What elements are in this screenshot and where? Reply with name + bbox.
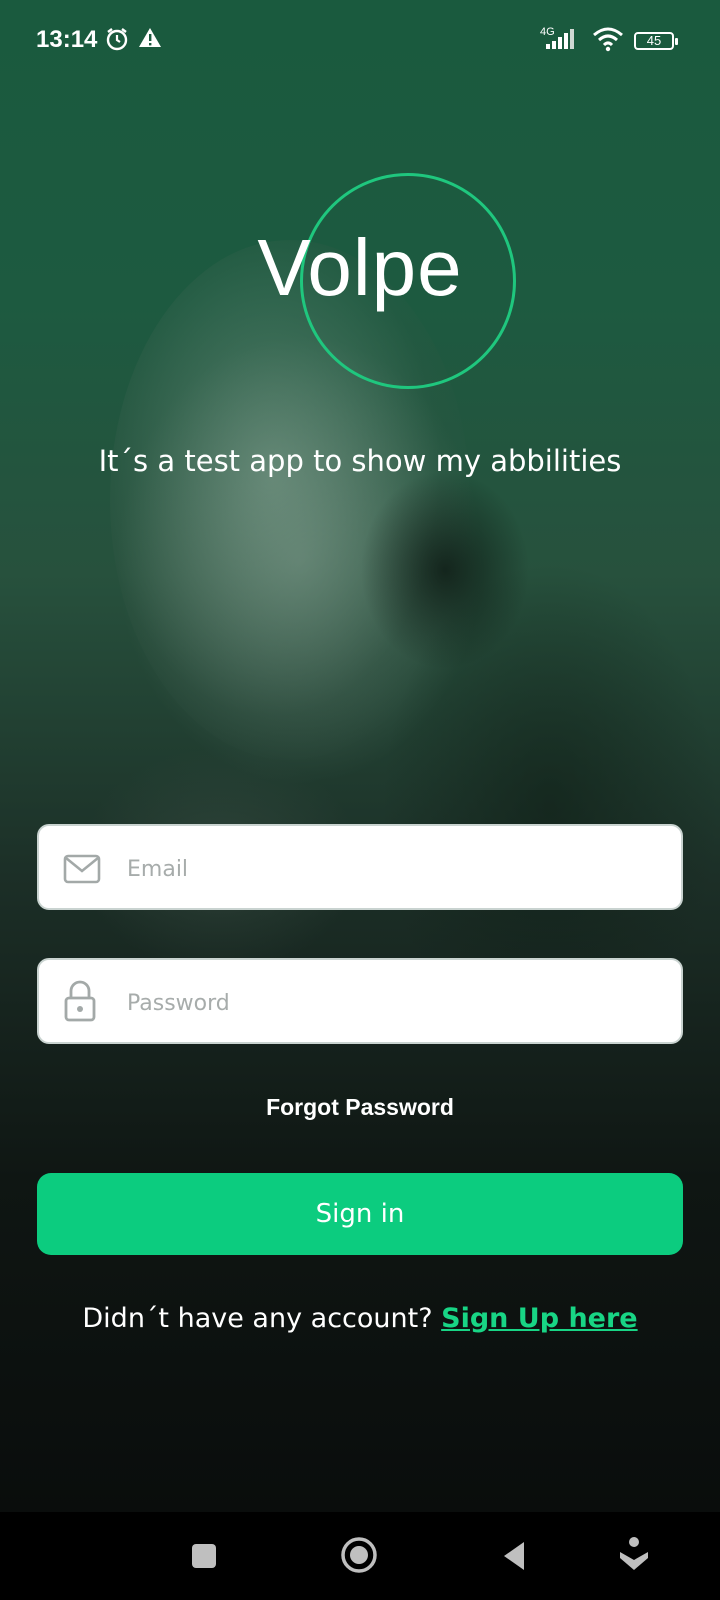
- password-input[interactable]: [125, 980, 649, 1026]
- wifi-icon: [592, 26, 624, 56]
- status-bar: 13:14 4G 45: [0, 0, 720, 82]
- network-label: 4G: [540, 26, 555, 38]
- accessibility-icon[interactable]: [618, 1536, 650, 1578]
- battery-icon: 45: [634, 32, 678, 50]
- email-input[interactable]: [125, 846, 649, 892]
- status-time: 13:14: [36, 26, 98, 53]
- alarm-icon: [104, 26, 130, 56]
- recents-icon[interactable]: [190, 1542, 218, 1574]
- sign-up-link[interactable]: Sign Up here: [441, 1303, 637, 1334]
- back-icon[interactable]: [500, 1540, 528, 1576]
- forgot-password-link[interactable]: Forgot Password: [0, 1094, 720, 1121]
- home-icon[interactable]: [340, 1536, 378, 1578]
- email-field[interactable]: [37, 824, 683, 910]
- navigation-bar: [0, 1512, 720, 1600]
- signup-prompt: Didn´t have any account?: [82, 1303, 433, 1334]
- signal-icon: 4G: [540, 24, 586, 56]
- sign-in-button[interactable]: Sign in: [37, 1173, 683, 1255]
- signup-row: Didn´t have any account? Sign Up here: [0, 1303, 720, 1334]
- tagline: It´s a test app to show my abbilities: [98, 444, 622, 478]
- mail-icon: [63, 854, 101, 888]
- lock-icon: [63, 980, 97, 1026]
- warning-icon: [138, 26, 162, 54]
- app-logo-text: Volpe: [257, 223, 463, 312]
- password-field[interactable]: [37, 958, 683, 1044]
